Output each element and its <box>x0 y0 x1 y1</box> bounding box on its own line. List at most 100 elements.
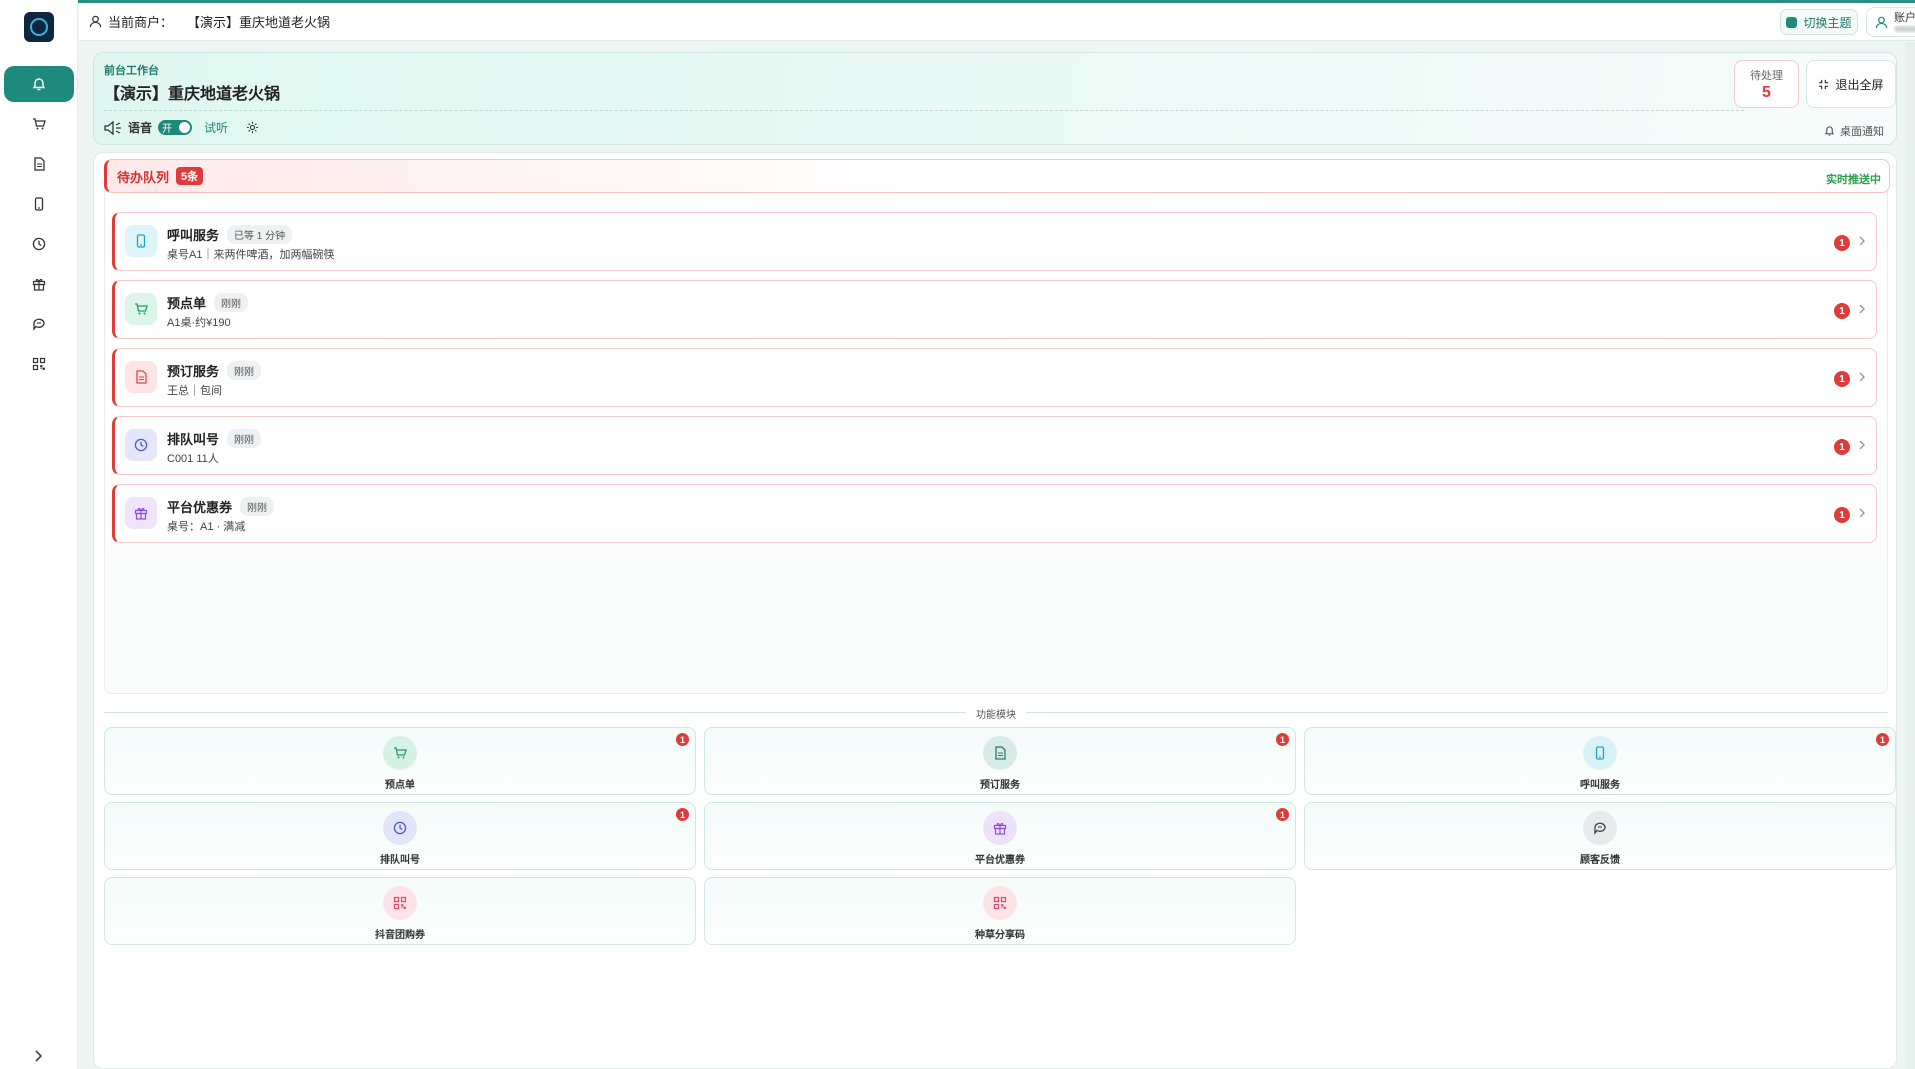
phone-icon <box>1583 736 1617 770</box>
sidebar-item-clock[interactable] <box>4 226 74 262</box>
sidebar-item-qrcode[interactable] <box>4 346 74 382</box>
desktop-notify-label: 桌面通知 <box>1840 126 1884 138</box>
chat-icon <box>32 317 46 331</box>
module-badge: 1 <box>676 808 689 821</box>
divider <box>104 110 1744 111</box>
voice-label: 语音 <box>128 121 153 135</box>
store-name: 【演示】重庆地道老火锅 <box>104 86 281 103</box>
queue-header: 待办队列 5条 实时推送中 <box>104 159 1890 193</box>
pending-count: 5 <box>1762 84 1771 101</box>
top-header: 当前商户： 【演示】重庆地道老火锅 切换主题 账户 <box>79 3 1915 41</box>
toggle-knob <box>179 122 191 133</box>
queue-item[interactable]: 预点单 刚刚 A1桌·约¥190 1 <box>112 280 1877 339</box>
queue-item-title: 预点单 刚刚 <box>167 293 249 312</box>
gear-icon[interactable] <box>246 121 259 134</box>
chevron-right-icon[interactable] <box>28 1048 48 1064</box>
merchant-info: 当前商户： 【演示】重庆地道老火锅 <box>89 12 330 31</box>
queue-item-time-tag: 刚刚 <box>227 429 262 448</box>
phone-icon <box>125 225 157 257</box>
todo-queue: 待办队列 5条 实时推送中 呼叫服务 已等 1 分钟 桌号A1｜来两件啤酒，加两幅… <box>104 159 1890 694</box>
merchant-label: 当前商户： <box>108 15 174 30</box>
phone-icon <box>32 197 46 211</box>
queue-item[interactable]: 排队叫号 刚刚 C001 11人 1 <box>112 416 1877 475</box>
main-panel: 待办队列 5条 实时推送中 呼叫服务 已等 1 分钟 桌号A1｜来两件啤酒，加两幅… <box>93 152 1897 1069</box>
gift-icon <box>125 497 157 529</box>
module-tile[interactable]: 种草分享码 <box>704 877 1296 945</box>
queue-item-title: 呼叫服务 已等 1 分钟 <box>167 225 293 244</box>
module-tile[interactable]: 预订服务 1 <box>704 727 1296 795</box>
queue-item-time-tag: 已等 1 分钟 <box>227 225 293 244</box>
scrollbar-track[interactable] <box>1905 42 1915 1069</box>
user-icon <box>89 15 102 28</box>
sidebar-item-cart[interactable] <box>4 106 74 142</box>
clock-icon <box>32 237 46 251</box>
document-icon <box>125 361 157 393</box>
qrcode-icon <box>383 886 417 920</box>
pending-counter[interactable]: 待处理 5 <box>1734 60 1799 108</box>
queue-item-name: 预订服务 <box>167 364 220 379</box>
queue-item-name: 平台优惠券 <box>167 500 233 515</box>
gift-icon <box>983 811 1017 845</box>
chevron-right-icon <box>1858 371 1866 383</box>
bell-icon <box>32 77 46 91</box>
queue-item-title: 预订服务 刚刚 <box>167 361 262 380</box>
module-label: 排队叫号 <box>380 855 420 866</box>
workbench-card: 前台工作台 【演示】重庆地道老火锅 语音 开 试听 待处理 5 退出全屏 桌面通… <box>93 52 1897 145</box>
module-tile[interactable]: 抖音团购券 <box>104 877 696 945</box>
queue-item-badge: 1 <box>1834 235 1850 251</box>
sidebar-item-gift[interactable] <box>4 266 74 302</box>
switch-theme-label: 切换主题 <box>1803 15 1852 30</box>
queue-item-time-tag: 刚刚 <box>227 361 262 380</box>
module-label: 顾客反馈 <box>1580 855 1620 866</box>
queue-item-name: 呼叫服务 <box>167 228 220 243</box>
account-menu[interactable]: 账户 <box>1866 7 1915 37</box>
desktop-notify-toggle[interactable]: 桌面通知 <box>1824 123 1884 139</box>
voice-toggle[interactable]: 开 <box>158 120 193 135</box>
sidebar-item-chat[interactable] <box>4 306 74 342</box>
bell-icon <box>1824 125 1835 137</box>
module-tile[interactable]: 预点单 1 <box>104 727 696 795</box>
queue-item-detail: 桌号：A1 · 满减 <box>167 521 246 533</box>
module-tile[interactable]: 呼叫服务 1 <box>1304 727 1896 795</box>
queue-item[interactable]: 平台优惠券 刚刚 桌号：A1 · 满减 1 <box>112 484 1877 543</box>
queue-item-time-tag: 刚刚 <box>214 293 249 312</box>
module-label: 预点单 <box>385 780 415 791</box>
chevron-right-icon <box>1858 235 1866 247</box>
module-badge: 1 <box>1876 733 1889 746</box>
module-tile[interactable]: 顾客反馈 <box>1304 802 1896 870</box>
app-logo[interactable] <box>24 12 54 42</box>
account-name-redacted <box>1894 25 1915 32</box>
sidebar-item-bell[interactable] <box>4 66 74 102</box>
switch-theme-button[interactable]: 切换主题 <box>1780 9 1858 35</box>
try-listen-link[interactable]: 试听 <box>204 119 228 136</box>
clock-icon <box>383 811 417 845</box>
workbench-subtitle: 前台工作台 <box>104 65 159 77</box>
sidebar-item-phone[interactable] <box>4 186 74 222</box>
queue-item-badge: 1 <box>1834 371 1850 387</box>
theme-icon <box>1786 16 1798 28</box>
voice-toggle-label: 开 <box>162 124 173 135</box>
cart-icon <box>383 736 417 770</box>
collapse-icon <box>1818 79 1829 90</box>
qrcode-icon <box>983 886 1017 920</box>
module-label: 种草分享码 <box>975 930 1025 941</box>
chat-icon <box>1583 811 1617 845</box>
document-icon <box>983 736 1017 770</box>
queue-item-time-tag: 刚刚 <box>240 497 275 516</box>
module-tile[interactable]: 平台优惠券 1 <box>704 802 1296 870</box>
chevron-right-icon <box>1858 507 1866 519</box>
module-badge: 1 <box>676 733 689 746</box>
speaker-icon <box>104 120 122 135</box>
queue-item[interactable]: 预订服务 刚刚 王总｜包间 1 <box>112 348 1877 407</box>
exit-fullscreen-button[interactable]: 退出全屏 <box>1806 60 1896 108</box>
module-label: 平台优惠券 <box>975 855 1025 866</box>
pending-label: 待处理 <box>1750 70 1783 82</box>
exit-fullscreen-label: 退出全屏 <box>1835 77 1884 92</box>
queue-item-title: 排队叫号 刚刚 <box>167 429 262 448</box>
sidebar-item-document[interactable] <box>4 146 74 182</box>
modules-title: 功能模块 <box>966 706 1026 721</box>
queue-item[interactable]: 呼叫服务 已等 1 分钟 桌号A1｜来两件啤酒，加两幅碗筷 1 <box>112 212 1877 271</box>
module-tile[interactable]: 排队叫号 1 <box>104 802 696 870</box>
user-icon <box>1875 16 1888 29</box>
sidebar-nav <box>0 66 78 386</box>
